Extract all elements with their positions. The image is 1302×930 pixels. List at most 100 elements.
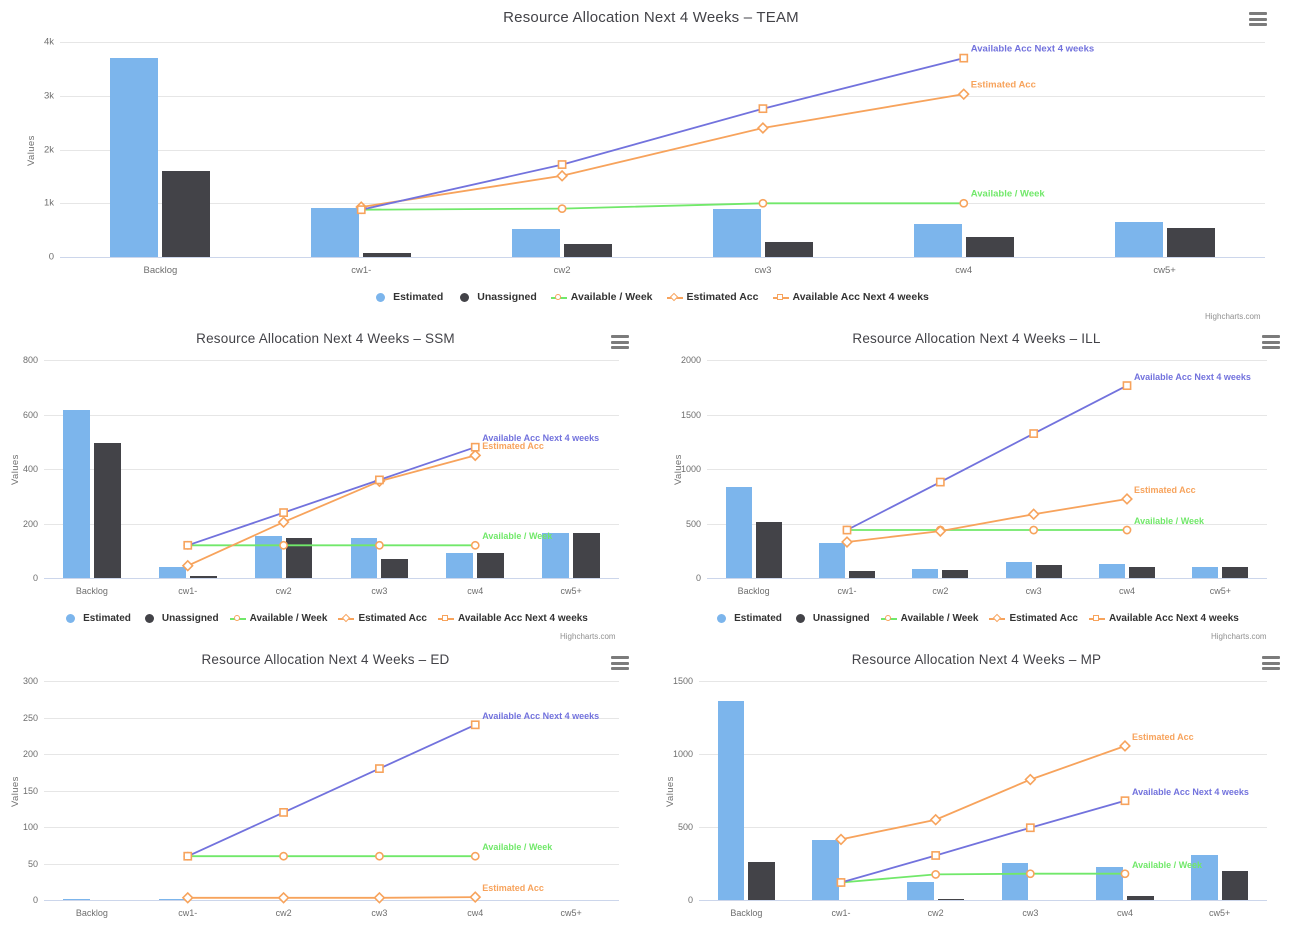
legend-dot xyxy=(144,614,154,623)
x-axis-tick-label: cw1- xyxy=(178,908,198,918)
legend-marker xyxy=(669,292,679,302)
data-point-marker xyxy=(183,851,193,861)
bar-estimated[interactable] xyxy=(1096,867,1123,900)
data-point-marker xyxy=(1120,796,1130,806)
legend-item-estimated-acc[interactable]: Estimated Acc xyxy=(666,291,759,303)
bar-estimated[interactable] xyxy=(254,536,282,578)
bar-estimated[interactable] xyxy=(913,223,962,257)
legend-item-label: Estimated Acc xyxy=(1009,612,1078,624)
bar-unassigned[interactable] xyxy=(1222,567,1249,578)
bar-unassigned[interactable] xyxy=(1221,870,1249,900)
bar-estimated[interactable] xyxy=(1005,562,1032,578)
bar-unassigned[interactable] xyxy=(381,559,409,578)
chart-panel-ill: Resource Allocation Next 4 Weeks – ILL Va… xyxy=(651,325,1302,645)
legend-item-unassigned[interactable]: Unassigned xyxy=(142,612,219,624)
bar-estimated[interactable] xyxy=(1098,563,1125,578)
y-axis-tick-label: 500 xyxy=(685,518,701,529)
bar-unassigned[interactable] xyxy=(162,171,211,257)
bar-estimated[interactable] xyxy=(725,486,752,578)
chart-context-menu-icon[interactable] xyxy=(1262,335,1280,349)
y-gridline xyxy=(707,414,1267,416)
data-point-marker xyxy=(1122,525,1132,535)
chart-panel-ssm: Resource Allocation Next 4 Weeks – SSM Va… xyxy=(0,325,651,645)
bar-estimated[interactable] xyxy=(110,58,159,257)
bar-unassigned[interactable] xyxy=(573,533,600,578)
legend-item-unassigned[interactable]: Unassigned xyxy=(457,291,537,303)
bar-estimated[interactable] xyxy=(446,553,474,578)
bar-unassigned[interactable] xyxy=(965,237,1014,257)
legend-item-label: Available / Week xyxy=(249,612,328,624)
bar-unassigned[interactable] xyxy=(477,553,505,578)
bar-estimated[interactable] xyxy=(1114,221,1163,257)
legend-item-available-week[interactable]: Available / Week xyxy=(229,612,328,624)
bar-estimated[interactable] xyxy=(311,207,360,257)
bar-estimated[interactable] xyxy=(1001,862,1029,900)
bar-estimated[interactable] xyxy=(907,881,934,900)
highcharts-credit[interactable]: Highcharts.com xyxy=(560,632,616,641)
bar-unassigned[interactable] xyxy=(1129,566,1156,578)
bar-unassigned[interactable] xyxy=(93,443,121,578)
x-axis-tick-label: cw5+ xyxy=(1209,908,1231,918)
line-estimated-acc xyxy=(187,454,476,567)
series-label: Available / Week xyxy=(482,842,553,853)
legend-item-available-acc-next-4-weeks[interactable]: Available Acc Next 4 weeks xyxy=(1088,612,1239,624)
bar-estimated[interactable] xyxy=(512,229,561,257)
highcharts-credit[interactable]: Highcharts.com xyxy=(1205,312,1261,321)
bar-estimated[interactable] xyxy=(712,208,761,257)
line-estimated-acc xyxy=(187,896,476,899)
legend-item-available-week[interactable]: Available / Week xyxy=(880,612,978,624)
bar-estimated[interactable] xyxy=(1192,567,1219,578)
bar-estimated[interactable] xyxy=(818,543,845,578)
x-axis-tick-label: cw3 xyxy=(371,908,388,918)
y-gridline xyxy=(699,681,1267,682)
chart-title: Resource Allocation Next 4 Weeks – SSM xyxy=(196,331,455,346)
bar-estimated[interactable] xyxy=(812,840,839,900)
bar-estimated[interactable] xyxy=(717,700,745,900)
legend-item-estimated[interactable]: Estimated xyxy=(373,291,443,303)
y-gridline xyxy=(44,469,619,470)
legend-symbol-line-diamond xyxy=(338,612,355,624)
chart-panel-team: Resource Allocation Next 4 Weeks – TEAM V… xyxy=(0,0,1302,325)
bar-unassigned[interactable] xyxy=(748,862,775,900)
x-axis-tick-label: cw2 xyxy=(553,265,571,276)
data-point-marker xyxy=(935,525,945,535)
data-point-marker xyxy=(557,204,567,214)
chart-context-menu-icon[interactable] xyxy=(1249,12,1267,26)
bar-unassigned[interactable] xyxy=(764,241,813,257)
bar-unassigned[interactable] xyxy=(849,571,876,578)
legend-item-estimated[interactable]: Estimated xyxy=(63,612,131,624)
bar-estimated[interactable] xyxy=(350,537,378,578)
bar-unassigned[interactable] xyxy=(942,570,969,578)
legend-item-estimated[interactable]: Estimated xyxy=(714,612,782,624)
legend-marker xyxy=(777,294,783,300)
highcharts-credit[interactable]: Highcharts.com xyxy=(1211,632,1267,641)
data-point-marker xyxy=(375,851,384,861)
legend-symbol-circle-filled xyxy=(142,612,158,624)
bar-unassigned[interactable] xyxy=(755,522,782,578)
bar-unassigned[interactable] xyxy=(1035,564,1062,578)
bar-unassigned[interactable] xyxy=(564,244,613,257)
chart-context-menu-icon[interactable] xyxy=(611,335,629,349)
chart-title: Resource Allocation Next 4 Weeks – ILL xyxy=(852,331,1101,346)
bar-estimated[interactable] xyxy=(158,566,186,578)
y-gridline xyxy=(44,754,619,755)
legend-item-estimated-acc[interactable]: Estimated Acc xyxy=(338,612,427,624)
legend-item-estimated-acc[interactable]: Estimated Acc xyxy=(989,612,1078,624)
bar-estimated[interactable] xyxy=(912,568,939,578)
legend-item-available-week[interactable]: Available / Week xyxy=(550,291,653,303)
data-point-marker xyxy=(277,891,290,904)
chart-context-menu-icon[interactable] xyxy=(1262,656,1280,670)
y-gridline xyxy=(44,360,619,361)
legend-item-unassigned[interactable]: Unassigned xyxy=(793,612,870,624)
y-gridline xyxy=(44,681,619,682)
bar-unassigned[interactable] xyxy=(285,537,313,578)
line-available-acc-next-4-weeks xyxy=(361,57,965,211)
data-point-marker xyxy=(931,851,941,860)
legend-item-available-acc-next-4-weeks[interactable]: Available Acc Next 4 weeks xyxy=(437,612,588,624)
chart-context-menu-icon[interactable] xyxy=(611,656,629,670)
line-series-layer xyxy=(355,53,970,215)
bar-estimated[interactable] xyxy=(63,410,90,578)
legend-item-available-acc-next-4-weeks[interactable]: Available Acc Next 4 weeks xyxy=(772,291,929,303)
y-axis-tick-label: 300 xyxy=(22,676,38,686)
bar-unassigned[interactable] xyxy=(1166,227,1215,257)
